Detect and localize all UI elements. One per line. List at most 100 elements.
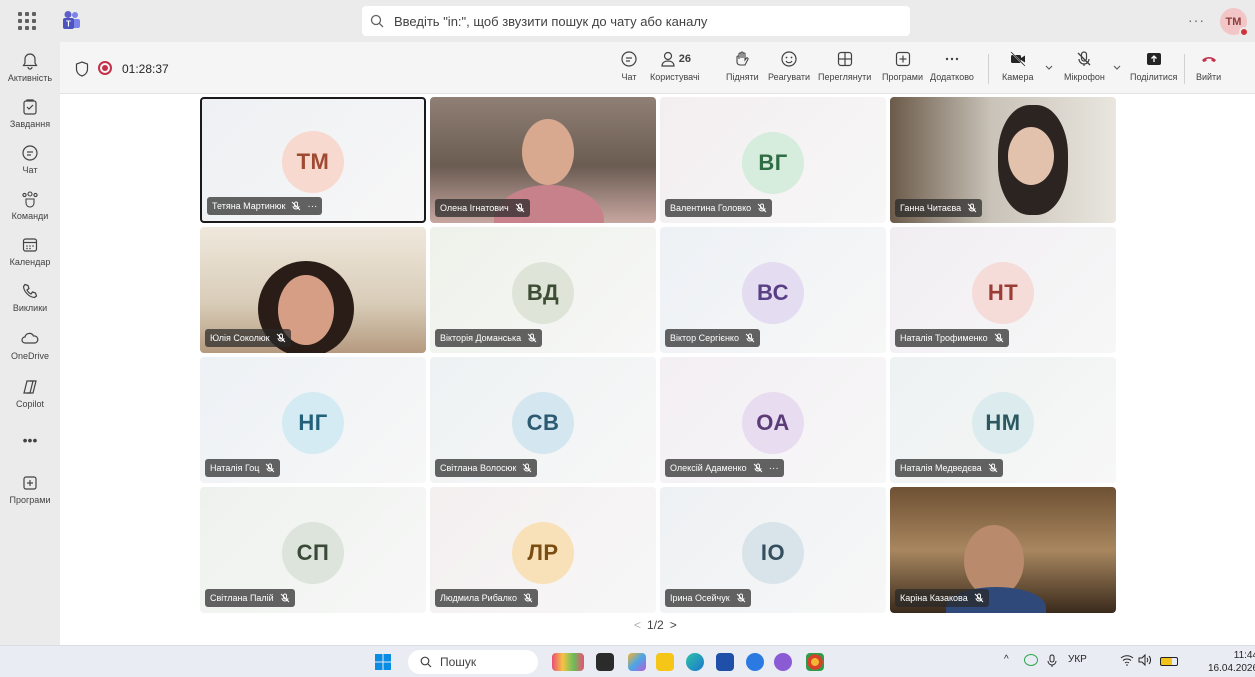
app-launcher-icon[interactable] [18, 12, 36, 30]
taskbar-clock[interactable]: 11:44 16.04.2026 [1208, 649, 1255, 675]
mic-muted-icon [753, 463, 763, 473]
participant-tile[interactable]: ІО Ірина Осейчук [660, 487, 886, 613]
camera-off-icon [1010, 51, 1026, 67]
mic-muted-icon [757, 203, 767, 213]
rail-item-apps[interactable]: Програми [0, 474, 60, 505]
participant-name: Ірина Осейчук [670, 593, 730, 603]
taskbar-search[interactable]: Пошук [408, 650, 538, 674]
participant-tile[interactable]: ЛР Людмила Рибалко [430, 487, 656, 613]
people-button[interactable]: 26 Користувачі [650, 50, 700, 82]
chevron-down-icon[interactable] [1112, 62, 1122, 72]
participant-more-icon[interactable]: ··· [769, 463, 779, 474]
mic-button[interactable]: Мікрофон [1064, 50, 1105, 82]
rail-item-onedrive[interactable]: OneDrive [0, 330, 60, 361]
camera-button[interactable]: Камера [1002, 50, 1033, 82]
chrome-icon[interactable] [806, 653, 824, 671]
participant-name: Ганна Читаєва [900, 203, 962, 213]
more-button[interactable]: Додатково [930, 50, 974, 82]
raise-hand-button[interactable]: Підняти [726, 50, 759, 82]
share-button[interactable]: Поділитися [1130, 50, 1177, 82]
participant-avatar: ТМ [282, 131, 344, 194]
participant-name-label: Ганна Читаєва [895, 199, 983, 217]
participant-video-tile[interactable]: Ганна Читаєва [890, 97, 1116, 223]
prev-page-icon[interactable]: < [634, 618, 641, 632]
widgets-flowers-icon[interactable] [552, 653, 584, 671]
react-label: Реагувати [768, 72, 811, 82]
participant-video-tile[interactable]: Юлія Соколюк [200, 227, 426, 353]
task-view-icon[interactable] [596, 653, 614, 671]
rail-item-activity[interactable]: Активність [0, 52, 60, 83]
react-button[interactable]: Реагувати [768, 50, 810, 82]
rail-item-calls[interactable]: Виклики [0, 282, 60, 313]
participant-name: Валентина Головко [670, 203, 752, 213]
copilot-app-icon[interactable] [628, 653, 646, 671]
participant-tile[interactable]: СВ Світлана Волосюк [430, 357, 656, 483]
rail-item-chat[interactable]: Чат [0, 144, 60, 175]
rail-label: OneDrive [10, 351, 49, 361]
participant-name: Людмила Рибалко [440, 593, 517, 603]
participant-tile[interactable]: НТ Наталія Трофименко [890, 227, 1116, 353]
participant-name: Олексій Адаменко [670, 463, 747, 473]
participant-tile[interactable]: СП Світлана Палій [200, 487, 426, 613]
volume-icon[interactable] [1138, 654, 1152, 666]
participant-name: Наталія Трофименко [900, 333, 988, 343]
battery-icon[interactable] [1160, 657, 1178, 666]
participant-tile[interactable]: ТМ Тетяна Мартинюк ··· [200, 97, 426, 223]
telegram-icon[interactable] [746, 653, 764, 671]
svg-text:T: T [66, 20, 71, 29]
rail-item-copilot[interactable]: Copilot [0, 378, 60, 409]
participant-tile[interactable]: ВС Віктор Сергієнко [660, 227, 886, 353]
store-icon[interactable] [716, 653, 734, 671]
apps-button[interactable]: Програми [882, 50, 923, 82]
mic-muted-icon [745, 333, 755, 343]
windows-start-icon[interactable] [374, 653, 392, 671]
participant-name-label: Наталія Гоц [205, 459, 281, 477]
chevron-down-icon[interactable] [1044, 62, 1054, 72]
chat-button[interactable]: Чат [620, 50, 638, 82]
participant-tile[interactable]: ОА Олексій Адаменко ··· [660, 357, 886, 483]
participant-name: Юлія Соколюк [210, 333, 270, 343]
participant-video-tile[interactable]: Олена Ігнатович [430, 97, 656, 223]
tray-expand-icon[interactable]: ^ [1004, 654, 1009, 665]
search-input[interactable]: Введіть "in:", щоб звузити пошук до чату… [362, 6, 910, 36]
next-page-icon[interactable]: > [670, 618, 677, 632]
user-avatar[interactable]: ТМ [1220, 8, 1249, 37]
wifi-icon[interactable] [1120, 654, 1134, 666]
sync-icon[interactable] [1024, 654, 1038, 666]
page-indicator: 1/2 [647, 618, 664, 632]
rail-label: Календар [9, 257, 51, 267]
rail-item-teams[interactable]: Команди [0, 190, 60, 221]
more-label: Додатково [930, 72, 974, 82]
participant-avatar: ВД [512, 261, 574, 324]
participant-tile[interactable]: ВГ Валентина Головко [660, 97, 886, 223]
file-explorer-icon[interactable] [656, 653, 674, 671]
viber-icon[interactable] [774, 653, 792, 671]
meeting-toolbar: 01:28:37 Чат 26 Користувачі Підняти Реаг… [60, 42, 1255, 94]
mic-muted-icon [292, 201, 301, 211]
participant-video-tile[interactable]: Каріна Казакова [890, 487, 1116, 613]
participant-tile[interactable]: ВД Вікторія Доманська [430, 227, 656, 353]
leave-button[interactable]: Вийти [1196, 50, 1221, 82]
rail-item-tasks[interactable]: Завдання [0, 98, 60, 129]
participant-name-label: Світлана Волосюк [435, 459, 538, 477]
rail-label: Завдання [9, 119, 51, 129]
mic-tray-icon[interactable] [1046, 654, 1058, 668]
mic-muted-icon [527, 333, 537, 343]
participant-avatar: СВ [512, 391, 574, 454]
participant-more-icon[interactable]: ··· [307, 201, 317, 212]
language-indicator[interactable]: УКР [1068, 654, 1087, 665]
more-options-icon[interactable]: ··· [1188, 12, 1205, 28]
view-button[interactable]: Переглянути [818, 50, 871, 82]
shield-icon[interactable] [75, 61, 89, 77]
mic-muted-icon [522, 463, 532, 473]
participant-tile[interactable]: НГ Наталія Гоц [200, 357, 426, 483]
participant-tile[interactable]: НМ Наталія Медведєва [890, 357, 1116, 483]
rail-label: Команди [11, 211, 49, 221]
people-label: Користувачі [650, 72, 700, 82]
rail-item-calendar[interactable]: Календар [0, 236, 60, 267]
rail-label: Виклики [12, 303, 48, 313]
edge-icon[interactable] [686, 653, 704, 671]
taskbar-search-label: Пошук [440, 655, 477, 669]
participant-avatar: НТ [972, 261, 1034, 324]
rail-item-more[interactable]: ••• [0, 432, 60, 448]
